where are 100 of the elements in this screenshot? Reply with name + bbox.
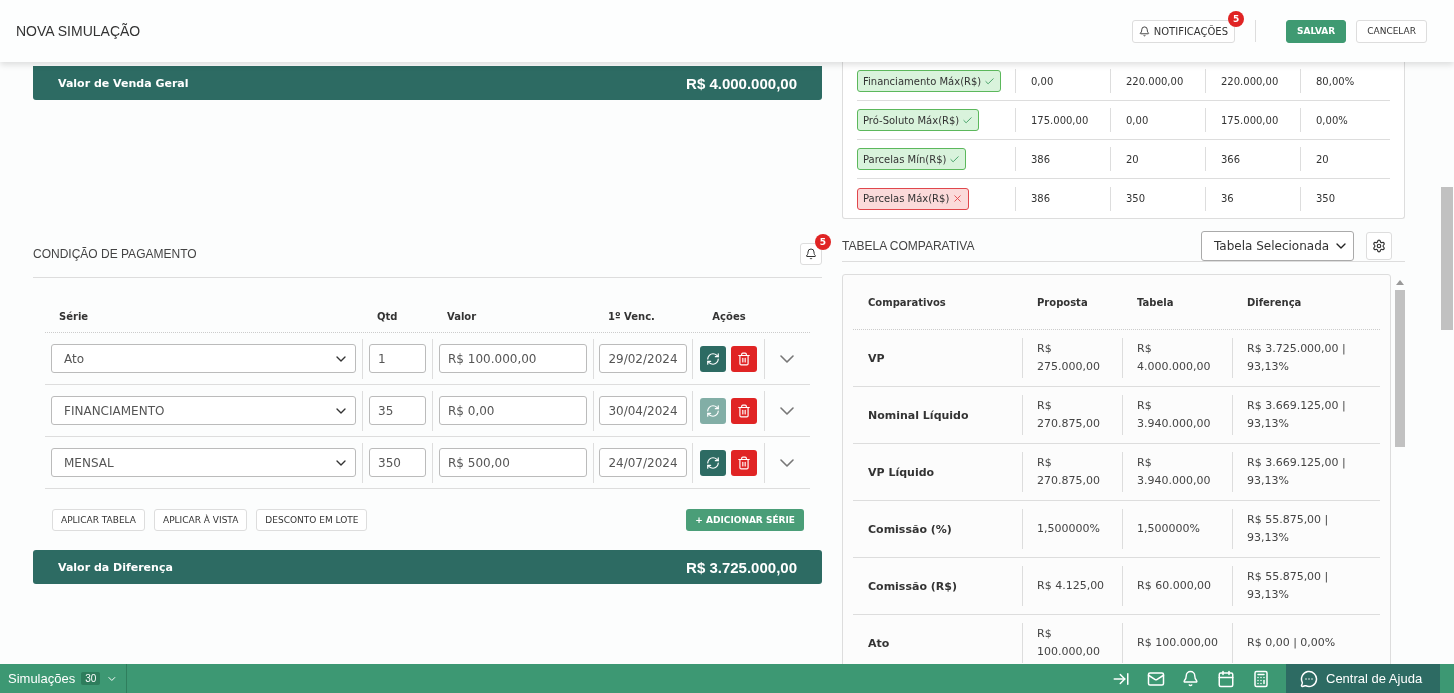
- table-cell: 0,00: [1110, 108, 1205, 132]
- difference-label: Valor da Diferença: [58, 560, 173, 574]
- row-label: Nominal Líquido: [867, 408, 970, 422]
- table-cell: R$ 4.000.000,00: [1122, 338, 1232, 378]
- table-cell: R$ 3.940.000,00: [1122, 395, 1232, 435]
- table-cell: R$ 0,00 | 0,00%: [1232, 623, 1377, 663]
- refresh-icon: [706, 351, 720, 366]
- table-cell: 1,500000%: [1022, 509, 1122, 549]
- delete-button[interactable]: [731, 345, 757, 372]
- sale-total-label: Valor de Venda Geral: [58, 76, 189, 90]
- table-cell: 175.000,00: [1205, 108, 1300, 132]
- trash-icon: [737, 351, 751, 366]
- chat-icon: [1300, 669, 1318, 688]
- settings-button[interactable]: [1366, 232, 1392, 260]
- table-cell: R$ 3.940.000,00: [1122, 452, 1232, 492]
- table-cell: R$ 270.875,00: [1022, 395, 1122, 435]
- delete-button[interactable]: [731, 397, 757, 424]
- date-field[interactable]: 24/07/2024: [599, 448, 687, 477]
- row-label: VP: [867, 351, 886, 365]
- envelope-icon: [1146, 669, 1165, 688]
- table-cell: 175.000,00: [1015, 108, 1110, 132]
- page-title: NOVA SIMULAÇÃO: [16, 23, 142, 39]
- refresh-button[interactable]: [700, 345, 726, 372]
- action-button[interactable]: APLICAR À VISTA: [154, 509, 248, 531]
- section-title: CONDIÇÃO DE PAGAMENTO: [33, 246, 198, 261]
- simulations-button[interactable]: Simulações 30: [0, 664, 127, 693]
- column-header: Comparativos: [867, 296, 947, 308]
- table-cell: R$ 3.725.000,00 | 93,13%: [1232, 338, 1377, 378]
- table-cell: R$ 55.875,00 | 93,13%: [1232, 509, 1377, 549]
- table-cell: R$ 3.669.125,00 | 93,13%: [1232, 452, 1377, 492]
- date-field[interactable]: 30/04/2024: [599, 396, 687, 425]
- table-cell: 386: [1015, 147, 1110, 171]
- series-select[interactable]: FINANCIAMENTO: [51, 396, 356, 425]
- expand-button[interactable]: [780, 458, 794, 467]
- table-cell: 350: [1300, 186, 1395, 211]
- table-cell: 220.000,00: [1205, 69, 1300, 93]
- scrollbar-thumb[interactable]: [1395, 290, 1405, 447]
- column-header: Valor: [446, 310, 478, 322]
- table-cell: 20: [1300, 147, 1395, 171]
- action-button[interactable]: APLICAR TABELA: [52, 509, 145, 531]
- row-label: Comissão (R$): [867, 579, 958, 593]
- refresh-button[interactable]: [700, 449, 726, 476]
- check-icon: [984, 75, 996, 87]
- column-header: Qtd: [376, 310, 399, 322]
- table-cell: R$ 3.669.125,00 | 93,13%: [1232, 395, 1377, 435]
- trash-icon: [737, 455, 751, 470]
- action-button[interactable]: DESCONTO EM LOTE: [256, 509, 368, 531]
- table-cell: 0,00%: [1300, 108, 1395, 132]
- bell-icon: [1138, 25, 1150, 37]
- section-title: TABELA COMPARATIVA: [842, 239, 976, 253]
- alerts-button[interactable]: [800, 242, 822, 265]
- value-field[interactable]: R$ 100.000,00: [439, 344, 587, 373]
- table-cell: 80,00%: [1300, 69, 1395, 93]
- series-select[interactable]: Ato: [51, 344, 356, 373]
- delete-button[interactable]: [731, 449, 757, 476]
- refresh-icon: [706, 455, 720, 470]
- table-cell: R$ 100.000,00: [1122, 623, 1232, 663]
- bell-icon: [1182, 670, 1199, 687]
- value-field[interactable]: R$ 500,00: [439, 448, 587, 477]
- sale-total-value: R$ 4.000.000,00: [686, 74, 797, 92]
- row-label: Comissão (%): [867, 522, 953, 536]
- series-select[interactable]: MENSAL: [51, 448, 356, 477]
- calendar-icon: [1216, 669, 1235, 688]
- table-select[interactable]: Tabela Selecionada: [1201, 231, 1354, 261]
- chevron-down-icon: [780, 458, 794, 467]
- alert-count-badge: 5: [815, 233, 831, 250]
- table-cell: 0,00: [1015, 69, 1110, 93]
- table-cell: R$ 270.875,00: [1022, 452, 1122, 492]
- table-cell: 20: [1110, 147, 1205, 171]
- table-cell: 366: [1205, 147, 1300, 171]
- scroll-up-icon[interactable]: [1396, 280, 1404, 285]
- table-cell: R$ 100.000,00: [1022, 623, 1122, 663]
- date-field[interactable]: 29/02/2024: [599, 344, 687, 373]
- column-header: Ações: [711, 310, 747, 322]
- help-center-button[interactable]: Central de Ajuda: [1286, 664, 1440, 693]
- column-header: Tabela: [1136, 296, 1175, 308]
- quantity-field[interactable]: 350: [369, 448, 426, 477]
- table-cell: 386: [1015, 186, 1110, 211]
- check-icon: [962, 114, 974, 126]
- table-cell: 36: [1205, 186, 1300, 211]
- scrollbar-thumb[interactable]: [1441, 187, 1453, 330]
- row-label: Ato: [867, 636, 891, 650]
- value-field[interactable]: R$ 0,00: [439, 396, 587, 425]
- table-cell: R$ 60.000,00: [1122, 566, 1232, 606]
- column-header: Proposta: [1036, 296, 1089, 308]
- expand-button[interactable]: [780, 406, 794, 415]
- limit-status-tag: Parcelas Máx(R$): [857, 187, 970, 210]
- table-cell: R$ 275.000,00: [1022, 338, 1122, 378]
- table-cell: R$ 4.125,00: [1022, 566, 1122, 606]
- limit-status-tag: Parcelas Mín(R$): [857, 148, 967, 170]
- chevron-down-icon: [780, 406, 794, 415]
- trash-icon: [737, 403, 751, 418]
- difference-value: R$ 3.725.000,00: [686, 558, 797, 576]
- table-cell: 350: [1110, 186, 1205, 211]
- quantity-field[interactable]: 35: [369, 396, 426, 425]
- quantity-field[interactable]: 1: [369, 344, 426, 373]
- cancel-button[interactable]: CANCELAR: [1356, 19, 1427, 43]
- refresh-icon: [706, 403, 720, 418]
- expand-button[interactable]: [780, 354, 794, 363]
- row-label: VP Líquido: [867, 465, 936, 479]
